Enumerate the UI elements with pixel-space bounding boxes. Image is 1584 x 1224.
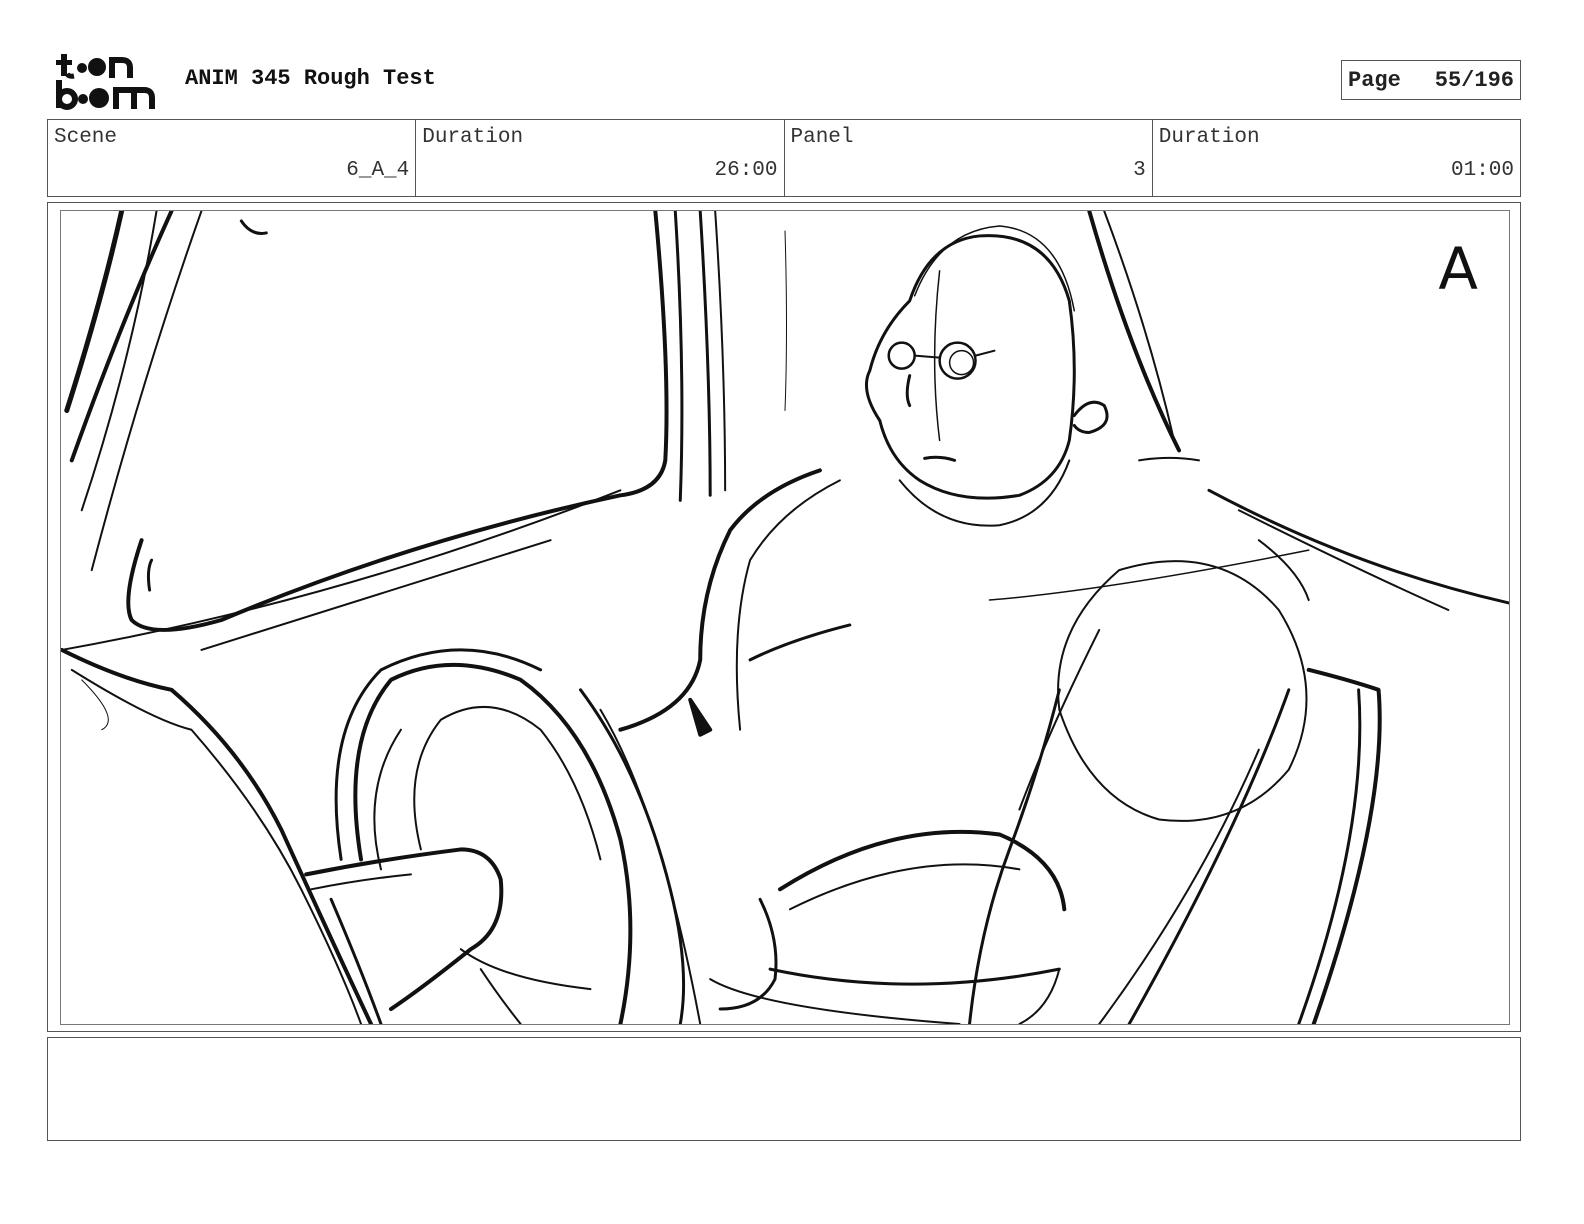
toon-boom-logo [52, 50, 164, 112]
panel-duration-cell: Duration 01:00 [1153, 120, 1520, 196]
panel-cell: Panel 3 [785, 120, 1153, 196]
storyboard-panel-image: A [60, 210, 1510, 1025]
project-title: ANIM 345 Rough Test [185, 66, 436, 91]
page-indicator: Page 55/196 [1341, 60, 1521, 100]
panel-corner-mark: A [1438, 235, 1478, 303]
scene-info-row: Scene 6_A_4 Duration 26:00 Panel 3 Durat… [47, 119, 1521, 197]
page-number: 55/196 [1434, 67, 1514, 93]
scene-duration-value: 26:00 [714, 159, 778, 182]
page-label: Page [1348, 67, 1401, 93]
panel-value: 3 [1133, 159, 1146, 182]
scene-label: Scene [54, 126, 118, 149]
storyboard-panel-frame: A [47, 202, 1521, 1032]
panel-duration-label: Duration [1158, 126, 1260, 149]
panel-label: Panel [790, 126, 854, 149]
panel-notes-box[interactable] [47, 1037, 1521, 1141]
scene-cell: Scene 6_A_4 [48, 120, 417, 196]
scene-value: 6_A_4 [346, 159, 410, 182]
scene-duration-label: Duration [422, 126, 524, 149]
panel-duration-value: 01:00 [1450, 159, 1514, 182]
rough-sketch-drawing: A [61, 211, 1509, 1024]
scene-duration-cell: Duration 26:00 [416, 120, 785, 196]
